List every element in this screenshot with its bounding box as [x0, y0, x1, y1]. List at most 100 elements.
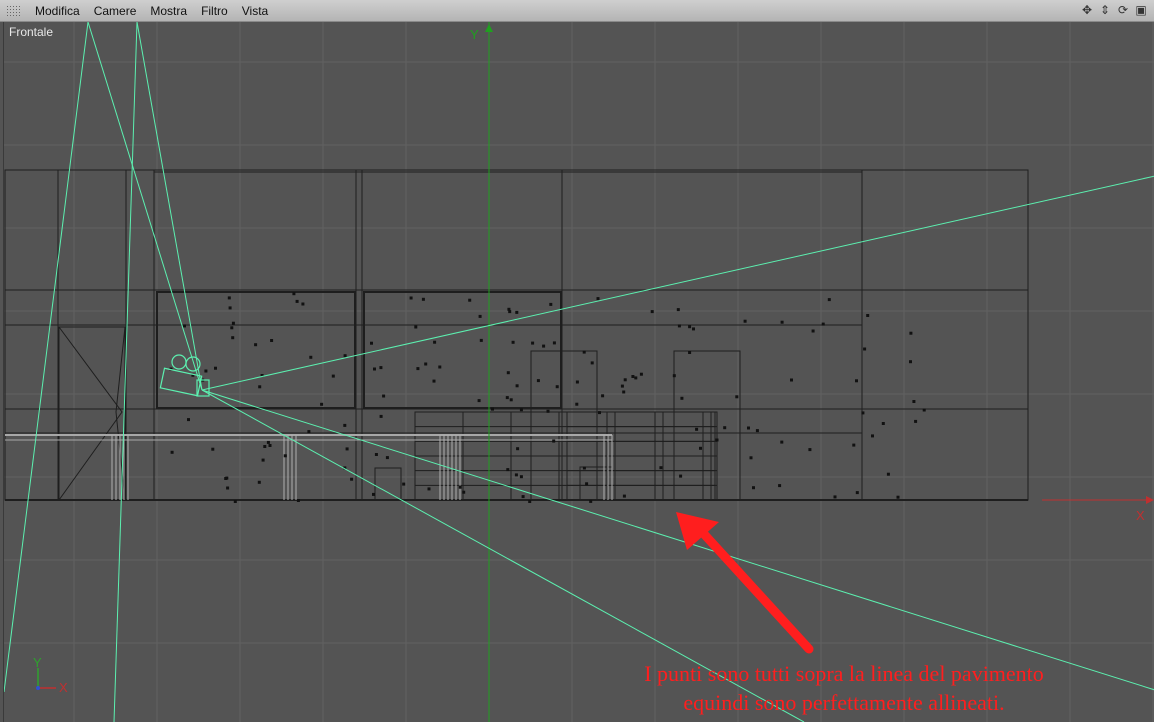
- frustum-line: [136, 22, 203, 391]
- vertex-point: [170, 450, 174, 454]
- vertex-point: [231, 336, 235, 340]
- vertex-point: [204, 369, 208, 373]
- vertex-point: [374, 453, 378, 456]
- vertex-point: [833, 495, 837, 499]
- vertex-point: [231, 321, 235, 325]
- vertex-point: [650, 310, 654, 314]
- vertex-point: [692, 327, 695, 331]
- vertex-point: [479, 338, 483, 342]
- vertex-point: [458, 485, 462, 489]
- frustum-line: [87, 22, 203, 391]
- vertex-point: [623, 378, 627, 382]
- gizmo-y-label: Y: [33, 655, 42, 670]
- vertex-point: [688, 351, 692, 354]
- vertex-point: [230, 326, 234, 330]
- vertex-point: [432, 379, 436, 383]
- front-viewport[interactable]: Y X Y X Frontale I punti sono tutti sopr…: [3, 22, 1154, 722]
- grid: [4, 22, 1154, 722]
- vertex-point: [283, 454, 287, 458]
- vertex-point: [477, 399, 481, 403]
- vertex-point: [519, 408, 523, 412]
- vertex-point: [827, 298, 831, 302]
- vertex-point: [620, 384, 624, 388]
- frustum-line: [201, 175, 1154, 391]
- camera-reel: [171, 354, 187, 370]
- view-label: Frontale: [9, 25, 54, 39]
- frustum-line: [4, 22, 89, 693]
- vertex-point: [672, 374, 676, 378]
- vertex-point: [585, 482, 589, 486]
- vertex-point: [254, 343, 258, 347]
- vertex-point: [723, 426, 727, 430]
- menu-camere[interactable]: Camere: [87, 0, 144, 22]
- vertex-point: [866, 314, 870, 317]
- vertex-point: [519, 475, 523, 479]
- vertex-point: [506, 468, 510, 472]
- vertex-point: [881, 422, 885, 425]
- vertex-point: [433, 340, 437, 344]
- menu-vista[interactable]: Vista: [235, 0, 275, 22]
- vertex-point: [416, 367, 420, 371]
- vertex-point: [424, 362, 428, 366]
- vertex-point: [808, 448, 812, 452]
- vertex-point: [301, 302, 305, 306]
- vertex-point: [863, 347, 867, 351]
- vertex-point: [421, 297, 425, 301]
- gizmo-x-label: X: [59, 680, 68, 695]
- maximize-icon[interactable]: ▣: [1134, 3, 1148, 17]
- vertex-points: [169, 292, 926, 503]
- menu-mostra[interactable]: Mostra: [143, 0, 194, 22]
- vertex-point: [747, 426, 750, 430]
- vertex-point: [676, 308, 680, 312]
- annotation-arrow: [676, 512, 814, 654]
- vertex-point: [695, 427, 699, 431]
- rotate-icon[interactable]: ⟳: [1116, 3, 1130, 17]
- vertex-point: [214, 366, 217, 370]
- window-left: [156, 291, 356, 409]
- vertex-point: [491, 407, 494, 411]
- vertex-point: [228, 306, 232, 310]
- menu-filtro[interactable]: Filtro: [194, 0, 235, 22]
- vertex-point: [268, 444, 272, 447]
- vertex-point: [735, 395, 739, 399]
- vertex-point: [505, 396, 509, 400]
- vertex-point: [307, 430, 311, 434]
- vertex-point: [909, 360, 912, 364]
- vertex-point: [509, 398, 513, 402]
- zoom-icon[interactable]: ⇕: [1098, 3, 1112, 17]
- vertex-point: [886, 472, 890, 476]
- small-box: [374, 467, 402, 501]
- vertex-point: [478, 314, 482, 318]
- cabinet-tall-left: [530, 350, 598, 501]
- vertex-point: [596, 297, 600, 301]
- vertex-point: [536, 379, 540, 383]
- scene-wireframe: Y X Y X: [4, 22, 1154, 722]
- vertex-point: [438, 365, 442, 369]
- vertex-point: [631, 375, 635, 378]
- vertex-point: [258, 385, 262, 389]
- vertex-point: [382, 394, 386, 398]
- move-icon[interactable]: ✥: [1080, 3, 1094, 17]
- vertex-point: [373, 367, 376, 371]
- vertex-point: [227, 296, 231, 300]
- vertex-point: [514, 473, 518, 477]
- menu-modifica[interactable]: Modifica: [28, 0, 87, 22]
- vertex-point: [582, 466, 586, 470]
- annotation-text: I punti sono tutti sopra la linea del pa…: [564, 659, 1124, 717]
- vertex-point: [226, 486, 230, 490]
- vertex-point: [183, 324, 186, 328]
- building-wireframe: [4, 169, 1029, 501]
- grip-icon[interactable]: [6, 4, 20, 17]
- vertex-point: [575, 380, 579, 384]
- vertex-point: [622, 494, 626, 498]
- vertex-point: [855, 379, 858, 383]
- vertex-point: [546, 409, 550, 413]
- vertex-point: [549, 302, 553, 306]
- vertex-point: [715, 438, 719, 442]
- viewport-menubar: Modifica Camere Mostra Filtro Vista ✥ ⇕ …: [0, 0, 1154, 22]
- vertex-point: [320, 402, 324, 406]
- y-axis-arrow: [485, 24, 493, 32]
- annotation-line-1: I punti sono tutti sopra la linea del pa…: [644, 661, 1044, 686]
- vertex-point: [555, 385, 559, 389]
- vertex-point: [462, 490, 466, 494]
